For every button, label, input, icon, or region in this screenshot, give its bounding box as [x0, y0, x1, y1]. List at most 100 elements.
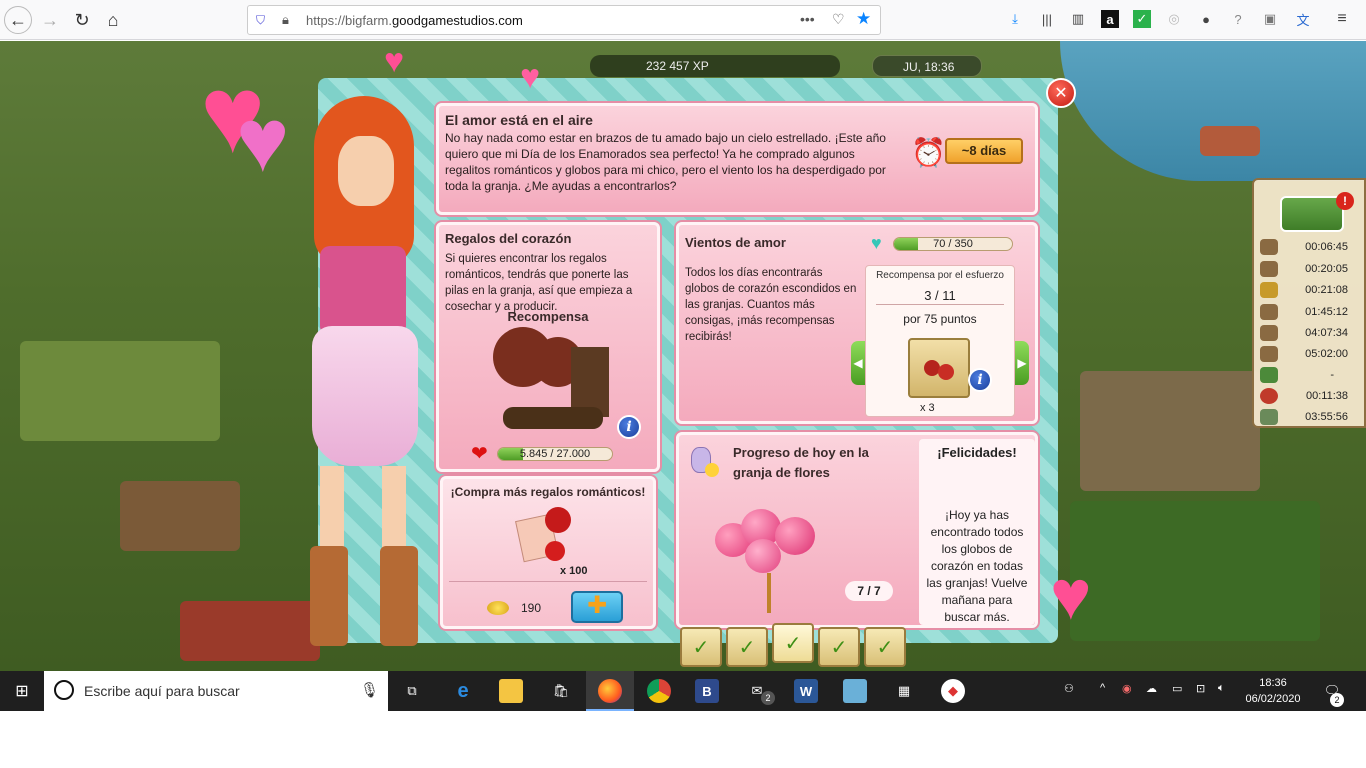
timer-row[interactable]: 00:11:38 [1260, 387, 1360, 407]
search-placeholder: Escribe aquí para buscar [84, 683, 240, 699]
gift-bundle-image [515, 507, 579, 567]
next-reward-arrow[interactable]: ▶ [1015, 341, 1029, 385]
file-explorer-icon[interactable] [499, 679, 523, 703]
event-title: El amor está en el aire [445, 112, 593, 128]
battery-icon[interactable]: ▭ [1172, 682, 1182, 695]
help-extension-icon[interactable]: ? [1229, 10, 1247, 28]
calculator-icon[interactable]: ▦ [892, 679, 916, 703]
timer-row[interactable]: 00:21:08 [1260, 281, 1360, 301]
buy-gifts-button[interactable]: ✚ [571, 591, 623, 623]
amazon-icon[interactable]: a [1101, 10, 1119, 28]
pocket-icon[interactable]: ♡ [832, 11, 845, 28]
network-icon[interactable]: ⊡ [1196, 682, 1205, 695]
effort-quantity: x 3 [920, 402, 935, 414]
farm-tab-3-selected[interactable]: ✓ [772, 623, 814, 663]
farm-tab-5[interactable]: ✓ [864, 627, 906, 667]
account-icon[interactable]: ● [1197, 10, 1215, 28]
farm-tab-1[interactable]: ✓ [680, 627, 722, 667]
progreso-count: 7 / 7 [845, 581, 893, 601]
onedrive-icon[interactable]: ☁ [1146, 682, 1157, 695]
firefox-taskbar-active[interactable] [586, 671, 634, 711]
download-icon[interactable]: ⤓ [1006, 10, 1024, 28]
heart-decoration: ♥ [520, 58, 541, 96]
clock-time: 18:36 [1259, 677, 1287, 689]
regalos-panel: Regalos del corazón Si quieres encontrar… [436, 222, 660, 472]
timer-row[interactable]: 00:06:45 [1260, 238, 1360, 258]
animal-icon [1260, 325, 1278, 341]
gift-count: x 100 [560, 565, 588, 577]
timer-row[interactable]: 01:45:12 [1260, 303, 1360, 323]
word-icon[interactable]: W [794, 679, 818, 703]
bookmark-star-icon[interactable]: ★ [856, 9, 871, 29]
heart-decoration: ♥ [1050, 556, 1092, 634]
seed-bag-icon [908, 338, 970, 398]
timer-row[interactable]: 03:55:56 [1260, 408, 1360, 428]
previous-reward-arrow[interactable]: ◀ [851, 341, 865, 385]
barn-decoration [120, 481, 240, 551]
effort-reward-card: Recompensa por el esfuerzo 3 / 11 por 75… [865, 265, 1015, 417]
app-icon[interactable]: ◆ [941, 679, 965, 703]
lock-icon[interactable]: 🔒︎ [282, 12, 289, 28]
microphone-icon[interactable]: 🎙︎ [360, 681, 379, 699]
volume-icon[interactable]: 🔈︎ [1218, 682, 1225, 695]
heart-decoration: ♥ [384, 42, 405, 80]
coins-icon [487, 601, 509, 615]
store-icon[interactable]: 🛍︎ [549, 679, 573, 703]
buildings-decoration [1080, 371, 1260, 491]
clock-date: 06/02/2020 [1245, 693, 1301, 705]
vientos-panel: Vientos de amor ♥ 70 / 350 Todos los día… [676, 222, 1038, 424]
home-icon[interactable]: ⌂ [99, 6, 127, 34]
reward-info-icon[interactable]: i [617, 415, 641, 439]
timer-row[interactable]: - [1260, 366, 1360, 386]
effort-points: por 75 puntos [903, 312, 977, 326]
character-illustration [290, 96, 440, 656]
vientos-progress-label: 70 / 350 [933, 238, 973, 250]
bread-icon [1260, 261, 1278, 277]
vientos-title: Vientos de amor [685, 235, 786, 250]
taskbar-search[interactable]: Escribe aquí para buscar 🎙︎ [44, 671, 388, 711]
event-description: No hay nada como estar en brazos de tu a… [445, 131, 886, 193]
congrats-text: ¡Hoy ya has encontrado todos los globos … [926, 508, 1028, 624]
sidebar-icon[interactable]: ▥ [1069, 10, 1087, 28]
extension-icon[interactable]: ◎ [1165, 10, 1183, 28]
farm-tab-2[interactable]: ✓ [726, 627, 768, 667]
vientos-progress-bar: 70 / 350 [893, 237, 1013, 251]
timer-row[interactable]: 00:20:05 [1260, 260, 1360, 280]
boat-icon [1260, 346, 1278, 362]
reload-icon[interactable]: ↻ [68, 6, 96, 34]
shield-icon[interactable]: ⛉ [256, 13, 265, 28]
alert-icon: ! [1336, 192, 1354, 210]
b-app-icon[interactable]: B [695, 679, 719, 703]
url-bar[interactable]: ⛉ 🔒︎ https://bigfarm.goodgamestudios.com… [247, 5, 881, 35]
effort-info-icon[interactable]: i [968, 368, 992, 392]
regalos-title: Regalos del corazón [445, 231, 572, 246]
back-icon[interactable]: ← [4, 6, 32, 34]
heart-topiary-reward-image [493, 327, 613, 437]
crop-decoration [1070, 501, 1320, 641]
windows-start-icon[interactable]: ⊞ [10, 679, 34, 703]
edge-icon[interactable]: e [451, 679, 475, 703]
check-extension-icon[interactable]: ✓ [1133, 10, 1151, 28]
timer-row[interactable]: 05:02:00 [1260, 345, 1360, 365]
regalos-description: Si quieres encontrar los regalos románti… [445, 253, 633, 313]
chrome-icon[interactable] [647, 679, 671, 703]
tray-chevron-icon[interactable]: ^ [1100, 682, 1105, 694]
farm-tab-4[interactable]: ✓ [818, 627, 860, 667]
forward-icon[interactable]: → [36, 6, 64, 34]
url-text[interactable]: https://bigfarm.goodgamestudios.com [306, 13, 523, 28]
translate-icon[interactable]: 文 [1294, 10, 1312, 28]
task-view-icon[interactable]: ⧉ [400, 679, 424, 703]
screenshot-icon[interactable]: ▣ [1261, 10, 1279, 28]
notification-badge: 2 [1330, 693, 1344, 707]
notes-icon[interactable] [843, 679, 867, 703]
timer-row[interactable]: 04:07:34 [1260, 324, 1360, 344]
progreso-title: Progreso de hoy en la granja de flores [733, 445, 869, 480]
people-icon[interactable]: ⚇ [1064, 682, 1074, 695]
quest-map-button[interactable] [1280, 196, 1344, 232]
close-button[interactable]: ✕ [1046, 78, 1076, 108]
security-tray-icon[interactable]: ◉ [1122, 682, 1132, 695]
page-actions-icon[interactable]: ••• [800, 11, 815, 27]
menu-icon[interactable]: ≡ [1333, 10, 1351, 28]
system-clock[interactable]: 18:36 06/02/2020 [1242, 675, 1304, 707]
library-icon[interactable]: ||| [1038, 10, 1056, 28]
